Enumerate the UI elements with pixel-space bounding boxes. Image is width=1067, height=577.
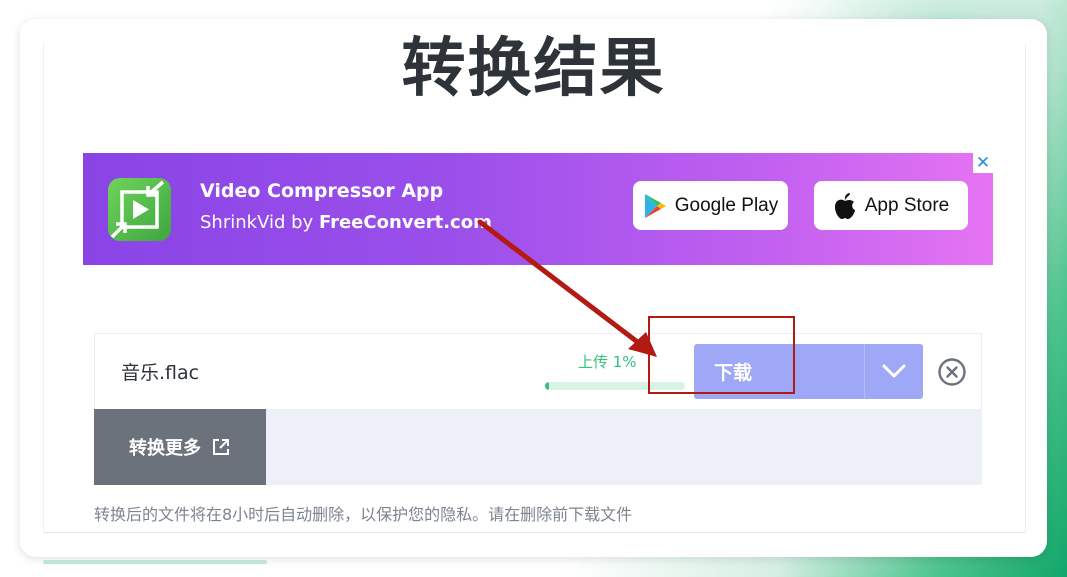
annotation-arrow — [477, 219, 657, 357]
